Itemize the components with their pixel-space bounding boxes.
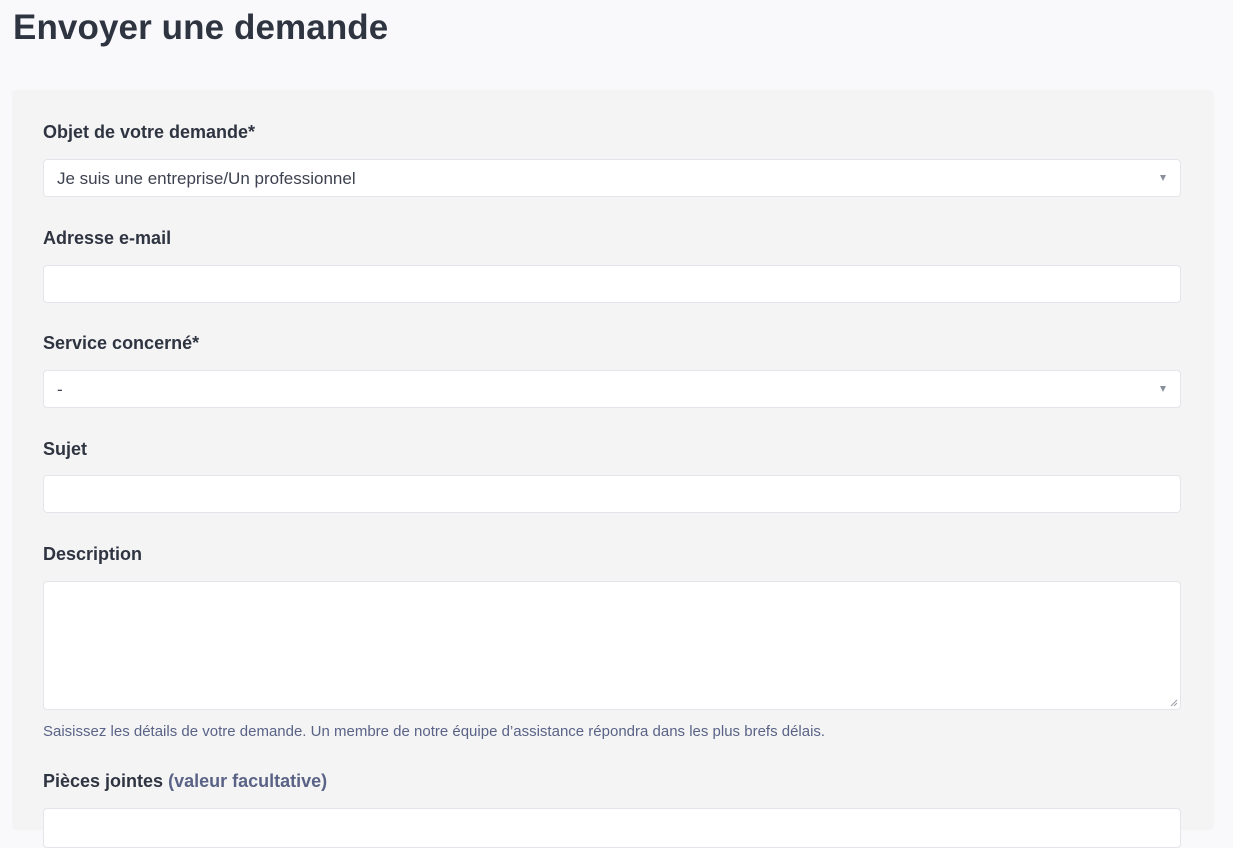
optional-note: (valeur facultative)	[168, 771, 328, 791]
description-label: Description	[43, 544, 143, 564]
request-type-value: Je suis une entreprise/Un professionnel	[57, 169, 356, 188]
chevron-down-icon	[1160, 175, 1166, 181]
page-title: Envoyer une demande	[13, 8, 389, 47]
service-value: -	[57, 380, 63, 399]
attachments-label: Pièces jointes (valeur facultative)	[43, 771, 327, 792]
request-form: Objet de votre demande* Je suis une entr…	[12, 90, 1214, 848]
request-type-select[interactable]: Je suis une entreprise/Un professionnel	[43, 159, 1181, 197]
email-label: Adresse e-mail	[43, 228, 172, 248]
attachments-dropzone[interactable]	[43, 808, 1181, 848]
attachments-label-text: Pièces jointes	[43, 771, 164, 791]
page-edge	[1229, 0, 1233, 815]
description-textarea[interactable]	[43, 581, 1181, 710]
subject-label: Sujet	[43, 439, 88, 459]
subject-field[interactable]	[43, 475, 1181, 513]
service-label: Service concerné*	[43, 333, 200, 353]
description-hint: Saisissez les détails de votre demande. …	[43, 723, 826, 740]
email-field[interactable]	[43, 265, 1181, 303]
service-select[interactable]: -	[43, 370, 1181, 408]
chevron-down-icon	[1160, 386, 1166, 392]
request-type-label: Objet de votre demande*	[43, 122, 256, 142]
resize-handle-icon[interactable]	[1170, 699, 1178, 707]
